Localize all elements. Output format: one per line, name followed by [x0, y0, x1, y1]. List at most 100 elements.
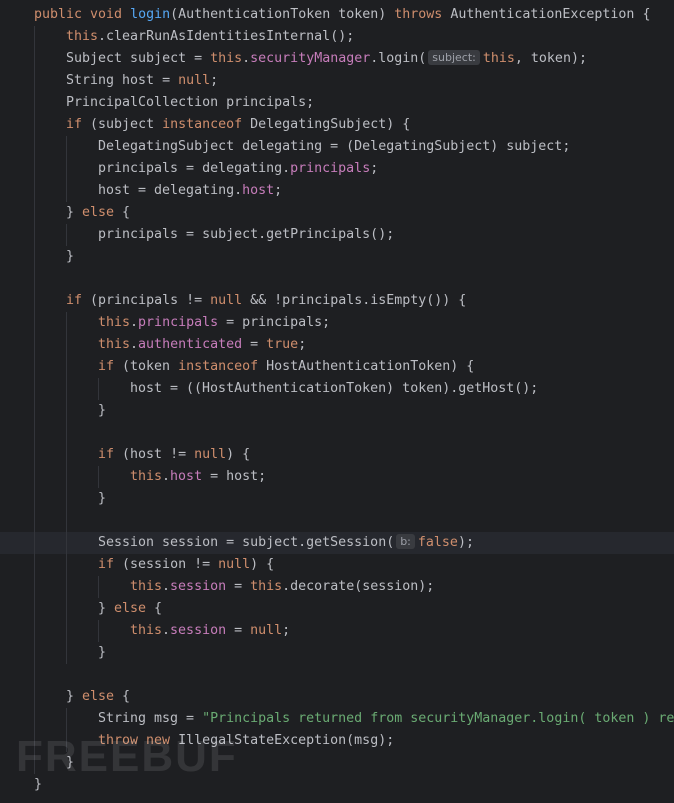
code-line[interactable]: public void login(AuthenticationToken to… [0, 4, 674, 26]
code-line[interactable]: this.clearRunAsIdentitiesInternal(); [0, 26, 674, 48]
code-line[interactable]: this.principals = principals; [0, 312, 674, 334]
indent-guide [34, 598, 35, 620]
code-token: this [482, 51, 515, 66]
code-text: if (token instanceof HostAuthenticationT… [98, 356, 474, 378]
indent-guide [34, 290, 35, 312]
code-token: (host != [122, 447, 195, 462]
code-line[interactable]: if (host != null) { [0, 444, 674, 466]
code-token: .clearRunAsIdentitiesInternal(); [98, 29, 355, 44]
code-line[interactable]: } else { [0, 686, 674, 708]
code-line[interactable]: this.session = null; [0, 620, 674, 642]
code-token: ; [298, 337, 307, 352]
code-token: host [242, 183, 275, 198]
parameter-hint: b: [396, 534, 415, 549]
indent-guide [66, 598, 67, 620]
code-text: } else { [66, 202, 130, 224]
code-token: this [130, 579, 163, 594]
code-token: authenticated [138, 337, 243, 352]
code-token: } [66, 755, 75, 770]
indent-guide [34, 92, 35, 114]
code-line[interactable]: } [0, 400, 674, 422]
code-token: . [162, 623, 171, 638]
indent-guide [66, 532, 67, 554]
code-line[interactable] [0, 268, 674, 290]
code-line[interactable]: DelegatingSubject delegating = (Delegati… [0, 136, 674, 158]
code-token: { [122, 205, 131, 220]
code-token: { [154, 601, 163, 616]
code-token: } [98, 403, 107, 418]
code-line[interactable]: String msg = "Principals returned from s… [0, 708, 674, 730]
code-line[interactable]: throw new IllegalStateException(msg); [0, 730, 674, 752]
code-line[interactable]: PrincipalCollection principals; [0, 92, 674, 114]
code-text: String host = null; [66, 70, 218, 92]
code-line[interactable]: if (principals != null && !principals.is… [0, 290, 674, 312]
code-token: this [98, 315, 131, 330]
code-line[interactable]: this.host = host; [0, 466, 674, 488]
code-token: (AuthenticationToken token) [170, 7, 395, 22]
code-token: } [98, 601, 115, 616]
code-text: } [98, 642, 106, 664]
code-token: if [98, 557, 123, 572]
code-token: . [242, 51, 251, 66]
code-line[interactable]: host = ((HostAuthenticationToken) token)… [0, 378, 674, 400]
code-line[interactable]: } [0, 488, 674, 510]
indent-guide [98, 576, 99, 598]
code-text: } else { [98, 598, 162, 620]
indent-guide [34, 136, 35, 158]
code-token: ); [457, 535, 474, 550]
code-line[interactable]: principals = subject.getPrincipals(); [0, 224, 674, 246]
code-text: DelegatingSubject delegating = (Delegati… [98, 136, 570, 158]
code-line[interactable]: Subject subject = this.securityManager.l… [0, 48, 674, 70]
code-line[interactable]: this.authenticated = true; [0, 334, 674, 356]
code-token: , token); [514, 51, 587, 66]
indent-guide [34, 202, 35, 224]
indent-guide [34, 532, 35, 554]
code-token: this [130, 469, 163, 484]
code-line[interactable]: if (token instanceof HostAuthenticationT… [0, 356, 674, 378]
indent-guide [66, 510, 67, 532]
code-line[interactable]: } [0, 642, 674, 664]
code-text: Subject subject = this.securityManager.l… [66, 48, 587, 70]
code-line-current[interactable]: Session session = subject.getSession(b: f… [0, 532, 674, 554]
indent-guide [66, 642, 67, 664]
code-line[interactable]: } [0, 752, 674, 774]
code-token: principals [290, 161, 371, 176]
indent-guide [34, 114, 35, 136]
indent-guide [66, 554, 67, 576]
code-text: PrincipalCollection principals; [66, 92, 314, 114]
code-text: Session session = subject.getSession(b: f… [98, 532, 474, 554]
code-line[interactable]: } [0, 246, 674, 268]
code-token: } [34, 777, 43, 792]
code-line[interactable]: } else { [0, 202, 674, 224]
indent-guide [34, 466, 35, 488]
code-token: . [130, 337, 139, 352]
code-line[interactable]: principals = delegating.principals; [0, 158, 674, 180]
code-token: .decorate(session); [282, 579, 435, 594]
code-token: PrincipalCollection principals; [66, 95, 315, 110]
code-line[interactable] [0, 422, 674, 444]
code-token: this [98, 337, 131, 352]
code-editor[interactable]: public void login(AuthenticationToken to… [0, 0, 674, 803]
code-token: ; [274, 183, 283, 198]
code-line[interactable] [0, 664, 674, 686]
code-line[interactable]: String host = null; [0, 70, 674, 92]
code-token: securityManager [250, 51, 371, 66]
code-token: String host = [66, 73, 179, 88]
code-text: if (principals != null && !principals.is… [66, 290, 466, 312]
code-text: principals = delegating.principals; [98, 158, 378, 180]
indent-guide [34, 224, 35, 246]
indent-guide [34, 158, 35, 180]
code-text: if (host != null) { [98, 444, 250, 466]
code-line[interactable]: host = delegating.host; [0, 180, 674, 202]
code-text: host = ((HostAuthenticationToken) token)… [130, 378, 538, 400]
code-line[interactable] [0, 510, 674, 532]
code-line[interactable]: if (session != null) { [0, 554, 674, 576]
indent-guide [66, 334, 67, 356]
code-line[interactable]: } [0, 774, 674, 796]
indent-guide [66, 620, 67, 642]
code-line[interactable]: if (subject instanceof DelegatingSubject… [0, 114, 674, 136]
indent-guide [34, 400, 35, 422]
code-token: else [82, 689, 123, 704]
code-line[interactable]: } else { [0, 598, 674, 620]
code-line[interactable]: this.session = this.decorate(session); [0, 576, 674, 598]
